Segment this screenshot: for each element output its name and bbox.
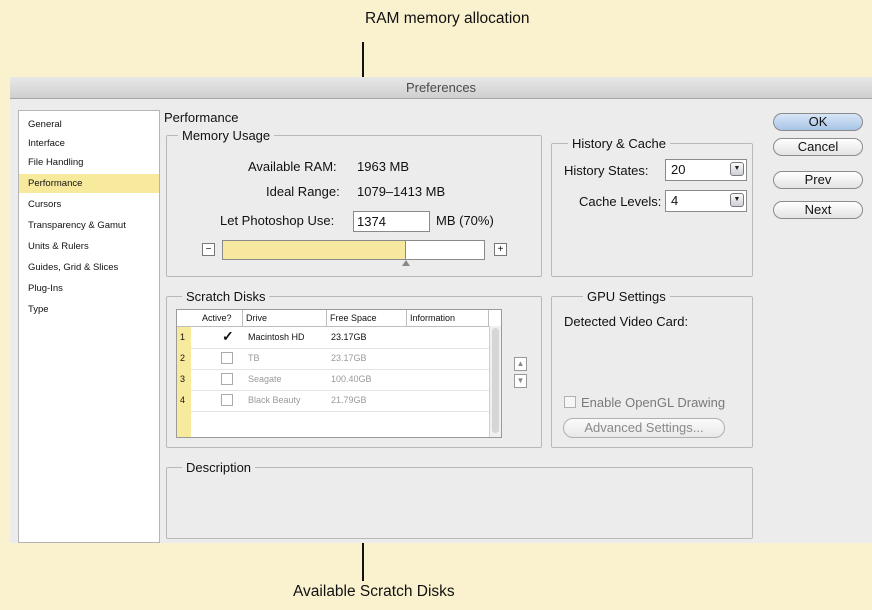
row-number: 4: [177, 390, 191, 411]
sidebar-item-transparency-gamut[interactable]: Transparency & Gamut: [19, 216, 159, 235]
cache-levels-label: Cache Levels:: [579, 194, 662, 209]
checkmark-icon: ✓: [222, 328, 234, 344]
table-row[interactable]: 4 Black Beauty 21.79GB: [177, 390, 489, 412]
row-number-filler: [177, 411, 191, 437]
cancel-button[interactable]: Cancel: [773, 138, 863, 156]
move-up-button[interactable]: ▲: [514, 357, 527, 371]
preferences-sidebar: General Interface File Handling Performa…: [18, 110, 160, 543]
drive-name: Macintosh HD: [248, 332, 305, 342]
chevron-down-icon: ▼: [730, 193, 744, 207]
history-cache-heading: History & Cache: [568, 136, 670, 151]
description-group: [166, 467, 753, 539]
sidebar-item-performance[interactable]: Performance: [19, 174, 159, 193]
drive-name: Black Beauty: [248, 395, 301, 405]
let-photoshop-use-label: Let Photoshop Use:: [220, 213, 335, 228]
enable-opengl-label: Enable OpenGL Drawing: [581, 395, 726, 410]
callout-ram-memory-allocation: RAM memory allocation: [365, 10, 530, 27]
sidebar-item-units-rulers[interactable]: Units & Rulers: [19, 237, 159, 256]
callout-available-scratch-disks: Available Scratch Disks: [293, 583, 455, 600]
description-heading: Description: [182, 460, 256, 475]
sidebar-item-interface[interactable]: Interface: [19, 134, 159, 153]
cache-levels-select[interactable]: 4 ▼: [665, 190, 747, 212]
sidebar-item-plug-ins[interactable]: Plug-Ins: [19, 279, 159, 298]
row-number: 3: [177, 369, 191, 390]
column-header-free-space[interactable]: Free Space: [327, 310, 407, 326]
sidebar-item-cursors[interactable]: Cursors: [19, 195, 159, 214]
free-space: 21.79GB: [331, 395, 367, 405]
ideal-range-value: 1079–1413 MB: [357, 184, 446, 199]
sidebar-item-type[interactable]: Type: [19, 300, 159, 319]
table-row[interactable]: 2 TB 23.17GB: [177, 348, 489, 370]
memory-slider-fill: [223, 241, 406, 259]
sidebar-item-guides-grid-slices[interactable]: Guides, Grid & Slices: [19, 258, 159, 277]
active-checkbox[interactable]: [221, 373, 233, 385]
gpu-settings-heading: GPU Settings: [583, 289, 670, 304]
drive-name: TB: [248, 353, 260, 363]
row-number: 1: [177, 327, 191, 348]
preferences-window: Preferences General Interface File Handl…: [10, 77, 872, 543]
sidebar-item-file-handling[interactable]: File Handling: [19, 153, 159, 172]
move-down-button[interactable]: ▼: [514, 374, 527, 388]
chevron-down-icon: ▼: [730, 162, 744, 176]
column-header-drive[interactable]: Drive: [243, 310, 327, 326]
scratch-disks-table: Active? Drive Free Space Information 1 ✓…: [176, 309, 502, 438]
memory-percent-label: MB (70%): [436, 213, 494, 228]
memory-usage-heading: Memory Usage: [178, 128, 275, 143]
decrease-memory-button[interactable]: −: [202, 243, 215, 256]
cache-levels-value: 4: [671, 193, 679, 208]
table-scrollbar[interactable]: [489, 326, 501, 437]
row-number: 2: [177, 348, 191, 369]
active-checkbox[interactable]: ✓: [221, 328, 234, 344]
available-ram-label: Available RAM:: [248, 159, 337, 174]
sidebar-item-general[interactable]: General: [19, 115, 159, 134]
memory-slider-thumb[interactable]: [402, 260, 410, 266]
free-space: 23.17GB: [331, 353, 367, 363]
free-space: 100.40GB: [331, 374, 372, 384]
table-row[interactable]: 1 ✓ Macintosh HD 23.17GB: [177, 327, 489, 349]
table-header: Active? Drive Free Space Information: [177, 310, 501, 327]
increase-memory-button[interactable]: +: [494, 243, 507, 256]
history-states-label: History States:: [564, 163, 649, 178]
ok-button[interactable]: OK: [773, 113, 863, 131]
detected-video-card-label: Detected Video Card:: [564, 314, 689, 329]
history-states-value: 20: [671, 162, 686, 177]
next-button[interactable]: Next: [773, 201, 863, 219]
scrollbar-thumb[interactable]: [492, 328, 499, 433]
prev-button[interactable]: Prev: [773, 171, 863, 189]
drive-name: Seagate: [248, 374, 282, 384]
ideal-range-label: Ideal Range:: [266, 184, 340, 199]
column-header-information[interactable]: Information: [407, 310, 489, 326]
history-states-select[interactable]: 20 ▼: [665, 159, 747, 181]
page-title: Performance: [164, 110, 239, 125]
active-checkbox[interactable]: [221, 352, 233, 364]
available-ram-value: 1963 MB: [357, 159, 410, 174]
enable-opengl-checkbox[interactable]: [564, 396, 576, 408]
window-title: Preferences: [10, 77, 872, 99]
active-checkbox[interactable]: [221, 394, 233, 406]
scratch-disks-heading: Scratch Disks: [182, 289, 270, 304]
free-space: 23.17GB: [331, 332, 367, 342]
table-row[interactable]: 3 Seagate 100.40GB: [177, 369, 489, 391]
memory-amount-input[interactable]: 1374: [353, 211, 430, 232]
column-header-active[interactable]: Active?: [199, 310, 243, 326]
advanced-settings-button[interactable]: Advanced Settings...: [563, 418, 725, 438]
memory-slider[interactable]: [222, 240, 485, 260]
